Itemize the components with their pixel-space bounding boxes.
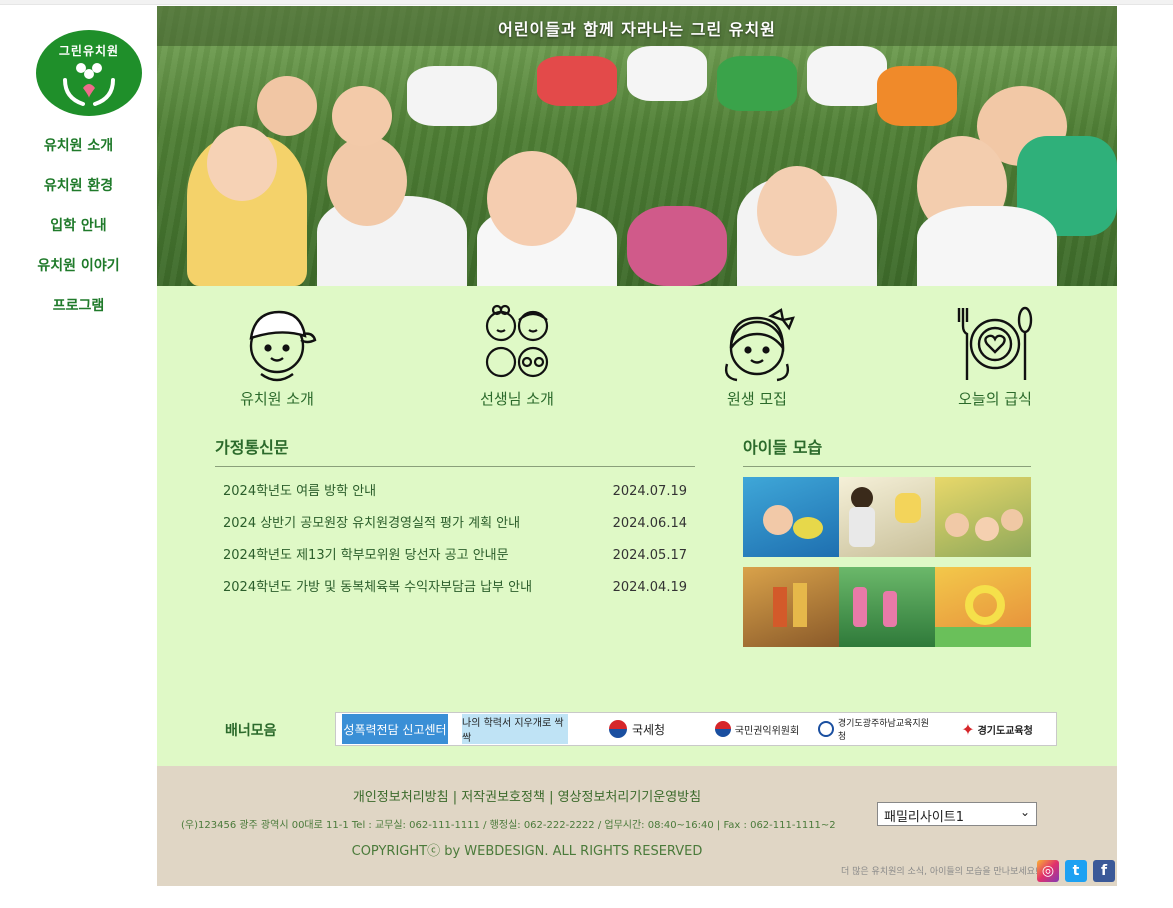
girl-ribbon-icon	[724, 308, 795, 382]
nav-item-admission[interactable]: 입학 안내	[0, 206, 157, 246]
facebook-icon[interactable]: f	[1093, 860, 1115, 882]
taeguk-icon	[714, 721, 731, 737]
news-board: 가정통신문 2024학년도 여름 방학 안내 2024.07.19 2024 상…	[215, 434, 695, 605]
footer: 개인정보처리방침 | 저작권보호정책 | 영상정보처리기기운영방침 (우)123…	[157, 766, 1117, 886]
gallery-photo-play[interactable]	[839, 477, 935, 557]
news-item-date: 2024.06.14	[612, 516, 687, 531]
sidebar: 그린유치원 유치원 소개 유치원 환경 입학 안내 유치원 이야기 프로그램	[0, 6, 157, 886]
hero-kid	[537, 56, 617, 106]
site-logo[interactable]: 그린유치원	[36, 30, 142, 116]
banner-text: 경기도광주하남교육지원청	[837, 719, 929, 742]
quick-link-teachers[interactable]: 선생님 소개	[437, 304, 597, 409]
taeguk-icon	[608, 720, 627, 738]
quick-links: 유치원 소개 선생님 소개 원생 모집 오늘의 급식	[157, 304, 1117, 414]
quick-link-intro[interactable]: 유치원 소개	[197, 304, 357, 409]
hero-title: 어린이들과 함께 자라나는 그린 유치원	[498, 20, 776, 39]
hero-kid	[757, 166, 837, 256]
banner-gwangju-hanam-office[interactable]: 경기도광주하남교육지원청	[818, 714, 936, 744]
banner-section: 배너모음 성폭력전담 신고센터 나의 학력서 지우개로 싹싹 국세청 국민권익위…	[157, 706, 1117, 756]
hero-kid	[627, 206, 727, 286]
gallery-photo-tunnel[interactable]	[935, 567, 1031, 647]
top-border	[0, 0, 1173, 5]
family-site-select[interactable]: 패밀리사이트1 ⌄	[877, 802, 1037, 826]
news-item[interactable]: 2024 상반기 공모원장 유치원경영실적 평가 계획 안내 2024.06.1…	[215, 509, 695, 541]
gallery-photo-pool[interactable]	[743, 477, 839, 557]
family-site-value: 패밀리사이트1	[884, 810, 965, 825]
nav-item-intro[interactable]: 유치원 소개	[0, 126, 157, 166]
gallery-photo-craft[interactable]	[743, 567, 839, 647]
banner-strip: 성폭력전담 신고센터 나의 학력서 지우개로 싹싹 국세청 국민권익위원회 경기…	[335, 712, 1057, 746]
news-item[interactable]: 2024학년도 제13기 학부모위원 당선자 공고 안내문 2024.05.17	[215, 541, 695, 573]
quick-link-teachers-label: 선생님 소개	[480, 390, 554, 408]
hero-kid	[807, 46, 887, 106]
quick-link-admission-label: 원생 모집	[727, 390, 787, 408]
banner-gyeonggi-office[interactable]: ✦ 경기도교육청	[938, 714, 1056, 744]
gallery-photo-field[interactable]	[839, 567, 935, 647]
nav-item-program[interactable]: 프로그램	[0, 286, 157, 326]
chevron-down-icon: ⌄	[1019, 805, 1030, 819]
hero-kid	[327, 136, 407, 226]
footer-note: 더 많은 유치원의 소식, 아이들의 모습을 만나보세요!	[841, 867, 1039, 877]
quick-link-intro-label: 유치원 소개	[240, 390, 314, 408]
banner-nts[interactable]: 국세청	[578, 714, 696, 744]
side-nav: 유치원 소개 유치원 환경 입학 안내 유치원 이야기 프로그램	[0, 126, 157, 326]
news-item[interactable]: 2024학년도 여름 방학 안내 2024.07.19	[215, 477, 695, 509]
gallery-title: 아이들 모습	[743, 434, 1031, 467]
nav-item-environment[interactable]: 유치원 환경	[0, 166, 157, 206]
news-title: 가정통신문	[215, 434, 695, 467]
hero-kid	[877, 66, 957, 126]
quick-link-meal[interactable]: 오늘의 급식	[915, 304, 1075, 409]
hero-kid	[257, 76, 317, 136]
footer-links[interactable]: 개인정보처리방침 | 저작권보호정책 | 영상정보처리기기운영방침	[157, 786, 897, 805]
plate-utensils-icon	[957, 306, 1033, 380]
gallery-photo-group[interactable]	[935, 477, 1031, 557]
twitter-icon[interactable]: t	[1065, 860, 1087, 882]
instagram-icon[interactable]: ◎	[1037, 860, 1059, 882]
news-item-title[interactable]: 2024학년도 여름 방학 안내	[223, 481, 376, 503]
banner-text: 나의 학력서 지우개로 싹싹	[462, 718, 564, 744]
footer-copyright: COPYRIGHTⓒ by WEBDESIGN. ALL RIGHTS RESE…	[351, 844, 703, 859]
hero-kid	[717, 56, 797, 111]
hero-banner: 어린이들과 함께 자라나는 그린 유치원	[157, 6, 1117, 286]
hero-kid	[917, 206, 1057, 286]
footer-address: (우)123456 광주 광역시 00대로 11-1 Tel : 교무실: 06…	[181, 820, 836, 831]
hero-kid	[487, 151, 577, 246]
news-item-title[interactable]: 2024학년도 가방 및 동복체육복 수익자부담금 납부 안내	[223, 577, 532, 599]
hero-kid	[207, 126, 277, 201]
banner-sexual-violence-center[interactable]: 성폭력전담 신고센터	[342, 714, 448, 744]
nav-item-story[interactable]: 유치원 이야기	[0, 246, 157, 286]
banner-text: 국민권익위원회	[734, 725, 800, 737]
banner-text: 경기도교육청	[977, 725, 1033, 737]
quick-link-admission[interactable]: 원생 모집	[677, 304, 837, 409]
banner-acrc[interactable]: 국민권익위원회	[698, 714, 816, 744]
emblem-icon	[818, 721, 834, 737]
banner-education-eraser[interactable]: 나의 학력서 지우개로 싹싹	[462, 714, 568, 744]
news-item[interactable]: 2024학년도 가방 및 동복체육복 수익자부담금 납부 안내 2024.04.…	[215, 573, 695, 605]
logo-text: 그린유치원	[58, 44, 120, 58]
footer-policy-links[interactable]: 개인정보처리방침 | 저작권보호정책 | 영상정보처리기기운영방침	[353, 790, 701, 805]
hero-kid	[332, 86, 392, 146]
hero-kid	[407, 66, 497, 126]
boy-cap-icon	[249, 310, 317, 382]
gallery-grid	[743, 477, 1031, 649]
star-icon: ✦	[961, 719, 975, 739]
news-item-date: 2024.04.19	[612, 580, 687, 595]
news-item-title[interactable]: 2024학년도 제13기 학부모위원 당선자 공고 안내문	[223, 545, 509, 567]
banner-label: 배너모음	[225, 723, 277, 739]
main-content: 어린이들과 함께 자라나는 그린 유치원 유치원 소개 선생님 소개 원생 모집…	[157, 6, 1117, 886]
news-item-title[interactable]: 2024 상반기 공모원장 유치원경영실적 평가 계획 안내	[223, 513, 520, 535]
news-item-date: 2024.05.17	[612, 548, 687, 563]
news-item-date: 2024.07.19	[612, 484, 687, 499]
four-kids-icon	[485, 304, 549, 378]
logo-hands-heart-icon	[63, 63, 115, 106]
quick-link-meal-label: 오늘의 급식	[958, 390, 1032, 408]
hero-kid	[627, 46, 707, 101]
banner-text: 국세청	[631, 722, 666, 737]
news-list: 2024학년도 여름 방학 안내 2024.07.19 2024 상반기 공모원…	[215, 477, 695, 605]
banner-text: 성폭력전담 신고센터	[343, 722, 447, 737]
photo-gallery: 아이들 모습	[743, 434, 1031, 649]
